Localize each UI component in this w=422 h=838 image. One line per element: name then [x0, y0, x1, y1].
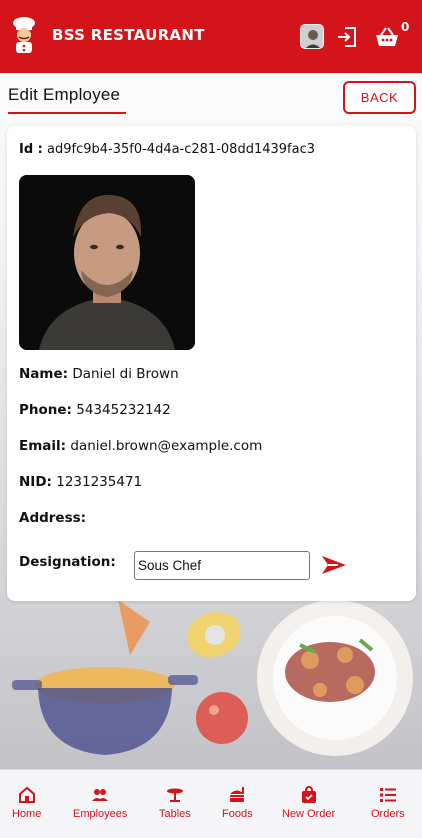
page-title: Edit Employee — [8, 85, 121, 104]
id-label: Id : — [19, 142, 43, 157]
id-value: ad9fc9b4-35f0-4d4a-c281-08dd1439fac3 — [47, 142, 315, 157]
name-value: Daniel di Brown — [72, 366, 179, 382]
nav-employees[interactable]: Employees — [73, 786, 127, 820]
table-icon — [166, 788, 183, 802]
address-label: Address: — [19, 510, 87, 526]
phone-value: 54345232142 — [76, 402, 171, 418]
nid-value: 1231235471 — [56, 474, 143, 490]
employee-nid-row: NID: 1231235471 — [19, 474, 142, 490]
name-label: Name: — [19, 366, 69, 382]
logout-icon[interactable] — [336, 26, 358, 48]
shopping-bag-icon — [301, 786, 316, 803]
cart-count-badge: 0 — [401, 20, 410, 34]
people-icon — [92, 789, 109, 801]
employee-address-row: Address: — [19, 510, 86, 526]
employee-email-row: Email: daniel.brown@example.com — [19, 438, 262, 454]
nav-tables-label: Tables — [159, 808, 191, 820]
employee-photo — [19, 175, 195, 350]
employee-card: Id : ad9fc9b4-35f0-4d4a-c281-08dd1439fac… — [7, 126, 416, 601]
nid-label: NID: — [19, 474, 52, 490]
designation-input[interactable] — [134, 551, 310, 580]
app-title: BSS RESTAURANT — [52, 26, 205, 44]
home-icon — [18, 786, 35, 803]
nav-new-order[interactable]: New Order — [282, 786, 335, 820]
nav-foods[interactable]: Foods — [222, 786, 253, 820]
bottom-nav: Home Employees Tables Foods New Order Or… — [0, 769, 422, 838]
list-icon — [379, 788, 396, 802]
employee-phone-row: Phone: 54345232142 — [19, 402, 171, 418]
back-button[interactable]: BACK — [343, 81, 416, 114]
nav-home[interactable]: Home — [12, 786, 41, 820]
user-avatar[interactable] — [300, 24, 324, 49]
basket-icon[interactable] — [374, 26, 400, 48]
nav-orders[interactable]: Orders — [371, 786, 405, 820]
email-label: Email: — [19, 438, 67, 454]
title-underline — [8, 112, 126, 114]
app-header: BSS RESTAURANT 0 — [0, 0, 422, 73]
nav-employees-label: Employees — [73, 808, 128, 820]
nav-foods-label: Foods — [222, 808, 253, 820]
chef-logo-icon — [13, 17, 35, 53]
designation-label: Designation: — [19, 554, 116, 570]
nav-new-order-label: New Order — [282, 808, 336, 820]
send-icon[interactable] — [320, 553, 348, 577]
nav-home-label: Home — [12, 808, 42, 820]
burger-icon — [230, 787, 245, 802]
phone-label: Phone: — [19, 402, 72, 418]
employee-name-row: Name: Daniel di Brown — [19, 366, 179, 382]
nav-orders-label: Orders — [371, 808, 405, 820]
employee-id-row: Id : ad9fc9b4-35f0-4d4a-c281-08dd1439fac… — [19, 142, 315, 157]
nav-tables[interactable]: Tables — [159, 786, 191, 820]
email-value: daniel.brown@example.com — [70, 438, 263, 454]
